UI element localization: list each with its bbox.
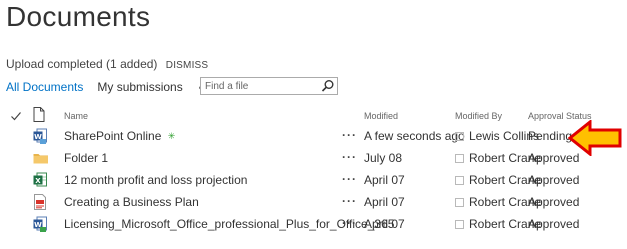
column-header-modified[interactable]: Modified bbox=[364, 111, 398, 121]
callout-arrow-icon bbox=[568, 120, 622, 156]
word-doc-icon: W bbox=[33, 216, 47, 232]
item-more-actions-button[interactable]: ··· bbox=[342, 150, 357, 164]
column-header-modified-by[interactable]: Modified By bbox=[455, 111, 502, 121]
presence-icon bbox=[455, 154, 464, 163]
presence-icon bbox=[455, 132, 464, 141]
column-header-name[interactable]: Name bbox=[64, 111, 88, 121]
item-more-actions-button[interactable]: ··· bbox=[342, 194, 357, 208]
pdf-icon bbox=[33, 194, 47, 210]
search-input[interactable] bbox=[205, 79, 315, 93]
item-more-actions-button[interactable]: ··· bbox=[342, 172, 357, 186]
modified-date: A few seconds ago bbox=[364, 129, 465, 143]
file-name[interactable]: Creating a Business Plan bbox=[64, 195, 199, 209]
file-row[interactable]: Creating a Business Plan ··· April 07 Ro… bbox=[0, 191, 627, 213]
file-row[interactable]: W Licensing_Microsoft_Office_professiona… bbox=[0, 213, 627, 235]
file-name[interactable]: 12 month profit and loss projection bbox=[64, 173, 247, 187]
approval-status: Pending bbox=[528, 129, 573, 143]
svg-text:X: X bbox=[35, 177, 41, 185]
modified-date: April 07 bbox=[364, 195, 405, 209]
new-item-badge-icon: ✳ bbox=[167, 131, 176, 141]
modified-date: April 07 bbox=[364, 217, 405, 231]
dismiss-button[interactable]: DISMISS bbox=[166, 60, 209, 71]
column-header-row: Name Modified Modified By Approval Statu… bbox=[0, 107, 627, 125]
presence-icon bbox=[455, 176, 464, 185]
word-doc-icon: W bbox=[33, 128, 47, 144]
file-row[interactable]: W SharePoint Online ✳ ··· A few seconds … bbox=[0, 125, 627, 147]
view-my-submissions[interactable]: My submissions bbox=[97, 80, 182, 94]
modified-date: July 08 bbox=[364, 151, 403, 165]
approval-status: Approved bbox=[528, 173, 580, 187]
search-box bbox=[200, 77, 338, 95]
modified-date: April 07 bbox=[364, 173, 405, 187]
view-all-documents[interactable]: All Documents bbox=[6, 80, 83, 94]
presence-icon bbox=[455, 220, 464, 229]
file-row[interactable]: X 12 month profit and loss projection ··… bbox=[0, 169, 627, 191]
item-more-actions-button[interactable]: ··· bbox=[342, 128, 357, 142]
page-title: Documents bbox=[6, 1, 151, 32]
folder-icon bbox=[33, 150, 48, 166]
select-all-checkmark-icon[interactable] bbox=[10, 110, 22, 122]
file-name[interactable]: SharePoint Online bbox=[64, 129, 161, 143]
file-type-column-icon[interactable] bbox=[33, 107, 45, 124]
modified-by[interactable]: Lewis Collins bbox=[455, 129, 539, 143]
upload-notification: Upload completed (1 added) DISMISS bbox=[6, 57, 208, 71]
approval-status: Approved bbox=[528, 195, 580, 209]
search-icon[interactable] bbox=[321, 79, 335, 93]
item-more-actions-button[interactable]: ··· bbox=[342, 216, 357, 230]
file-name[interactable]: Folder 1 bbox=[64, 151, 108, 165]
presence-icon bbox=[455, 198, 464, 207]
approval-status: Approved bbox=[528, 217, 580, 231]
file-row[interactable]: Folder 1 ··· July 08 Robert Crane Approv… bbox=[0, 147, 627, 169]
upload-message: Upload completed (1 added) bbox=[6, 57, 158, 71]
excel-icon: X bbox=[33, 172, 47, 188]
